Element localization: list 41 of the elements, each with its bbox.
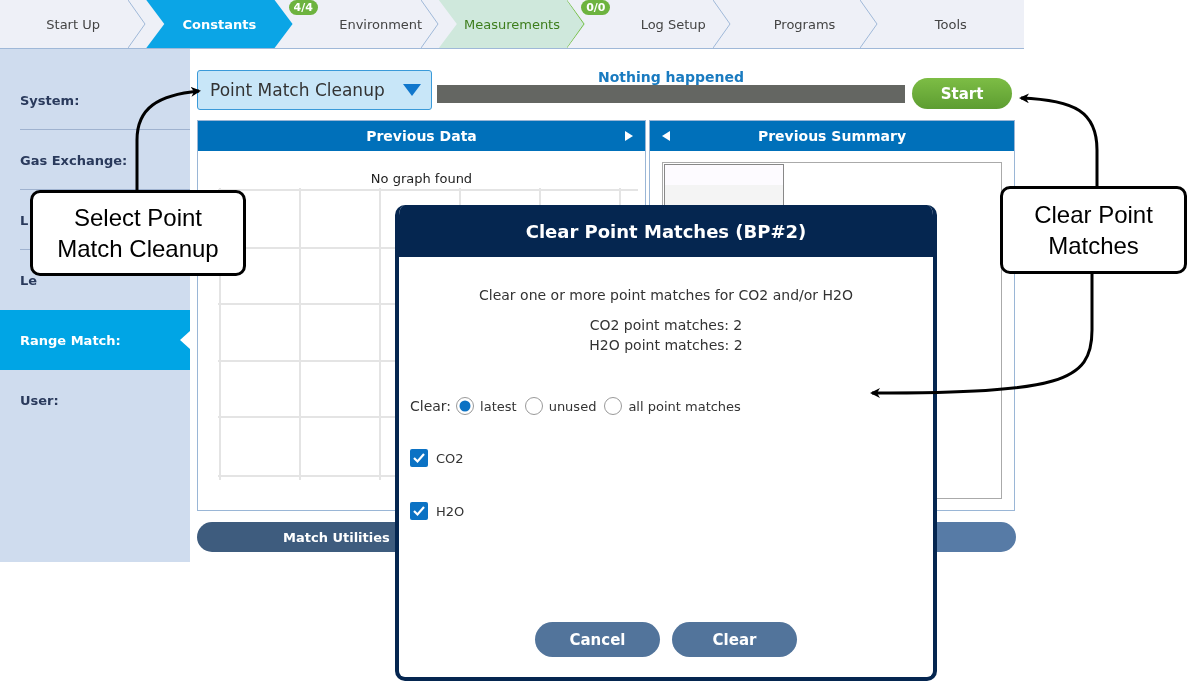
nav-tab[interactable]: Measurements [438, 0, 586, 48]
callout-box: Select Point Match Cleanup [30, 190, 246, 276]
radio-option[interactable]: unused [524, 397, 597, 415]
dialog-title: Clear Point Matches (BP#2) [525, 220, 807, 242]
tab-separator [567, 0, 586, 48]
mode-dropdown[interactable]: Point Match Cleanup [197, 70, 432, 110]
count-badge: 4/4 [288, 0, 318, 15]
count-text: CO2 point matches: 2 [589, 317, 743, 333]
caret-icon [403, 84, 421, 96]
status-text: Nothing happened [597, 70, 745, 85]
radio-option[interactable]: all point matches [604, 397, 741, 415]
nav-tab[interactable]: Environment [322, 0, 439, 48]
radio-icon[interactable] [524, 397, 543, 415]
clear-label: Clear: [410, 398, 452, 414]
radio-option[interactable]: latest [456, 397, 517, 415]
dialog-button[interactable]: Clear [672, 622, 797, 657]
left-arrow-icon[interactable] [662, 131, 670, 141]
sidebar-item[interactable]: L [20, 212, 29, 228]
radio-icon[interactable] [604, 397, 623, 415]
dialog-button[interactable]: Cancel [535, 622, 660, 657]
dialog-description: Clear one or more point matches for CO2 and/or H2O [479, 287, 853, 303]
checkbox-icon[interactable] [410, 502, 428, 520]
right-arrow-icon[interactable] [625, 131, 633, 141]
sidebar-item[interactable]: System: [20, 92, 80, 108]
checkbox-option[interactable]: H2O [410, 502, 465, 520]
sidebar-item[interactable]: User: [20, 392, 59, 408]
count-badge: 0/0 [581, 0, 611, 15]
count-text: H2O point matches: 2 [589, 337, 743, 353]
panel-title: Previous Data [366, 128, 477, 144]
pointer-icon [180, 331, 190, 349]
panel-title: Previous Summary [757, 128, 907, 144]
nav-tab[interactable]: Programs [731, 0, 878, 48]
radio-icon[interactable] [456, 397, 475, 415]
nav-tab[interactable]: Log Setup [615, 0, 732, 48]
checkbox-option[interactable]: CO2 [410, 449, 464, 467]
nav-tab[interactable]: Tools [877, 0, 1024, 48]
checkbox-icon[interactable] [410, 449, 428, 467]
callout-box: Clear Point Matches [1000, 186, 1187, 274]
sidebar-item[interactable]: Gas Exchange: [20, 152, 128, 168]
nav-tab[interactable]: Start Up [0, 0, 147, 48]
empty-message: No graph found [370, 171, 473, 186]
